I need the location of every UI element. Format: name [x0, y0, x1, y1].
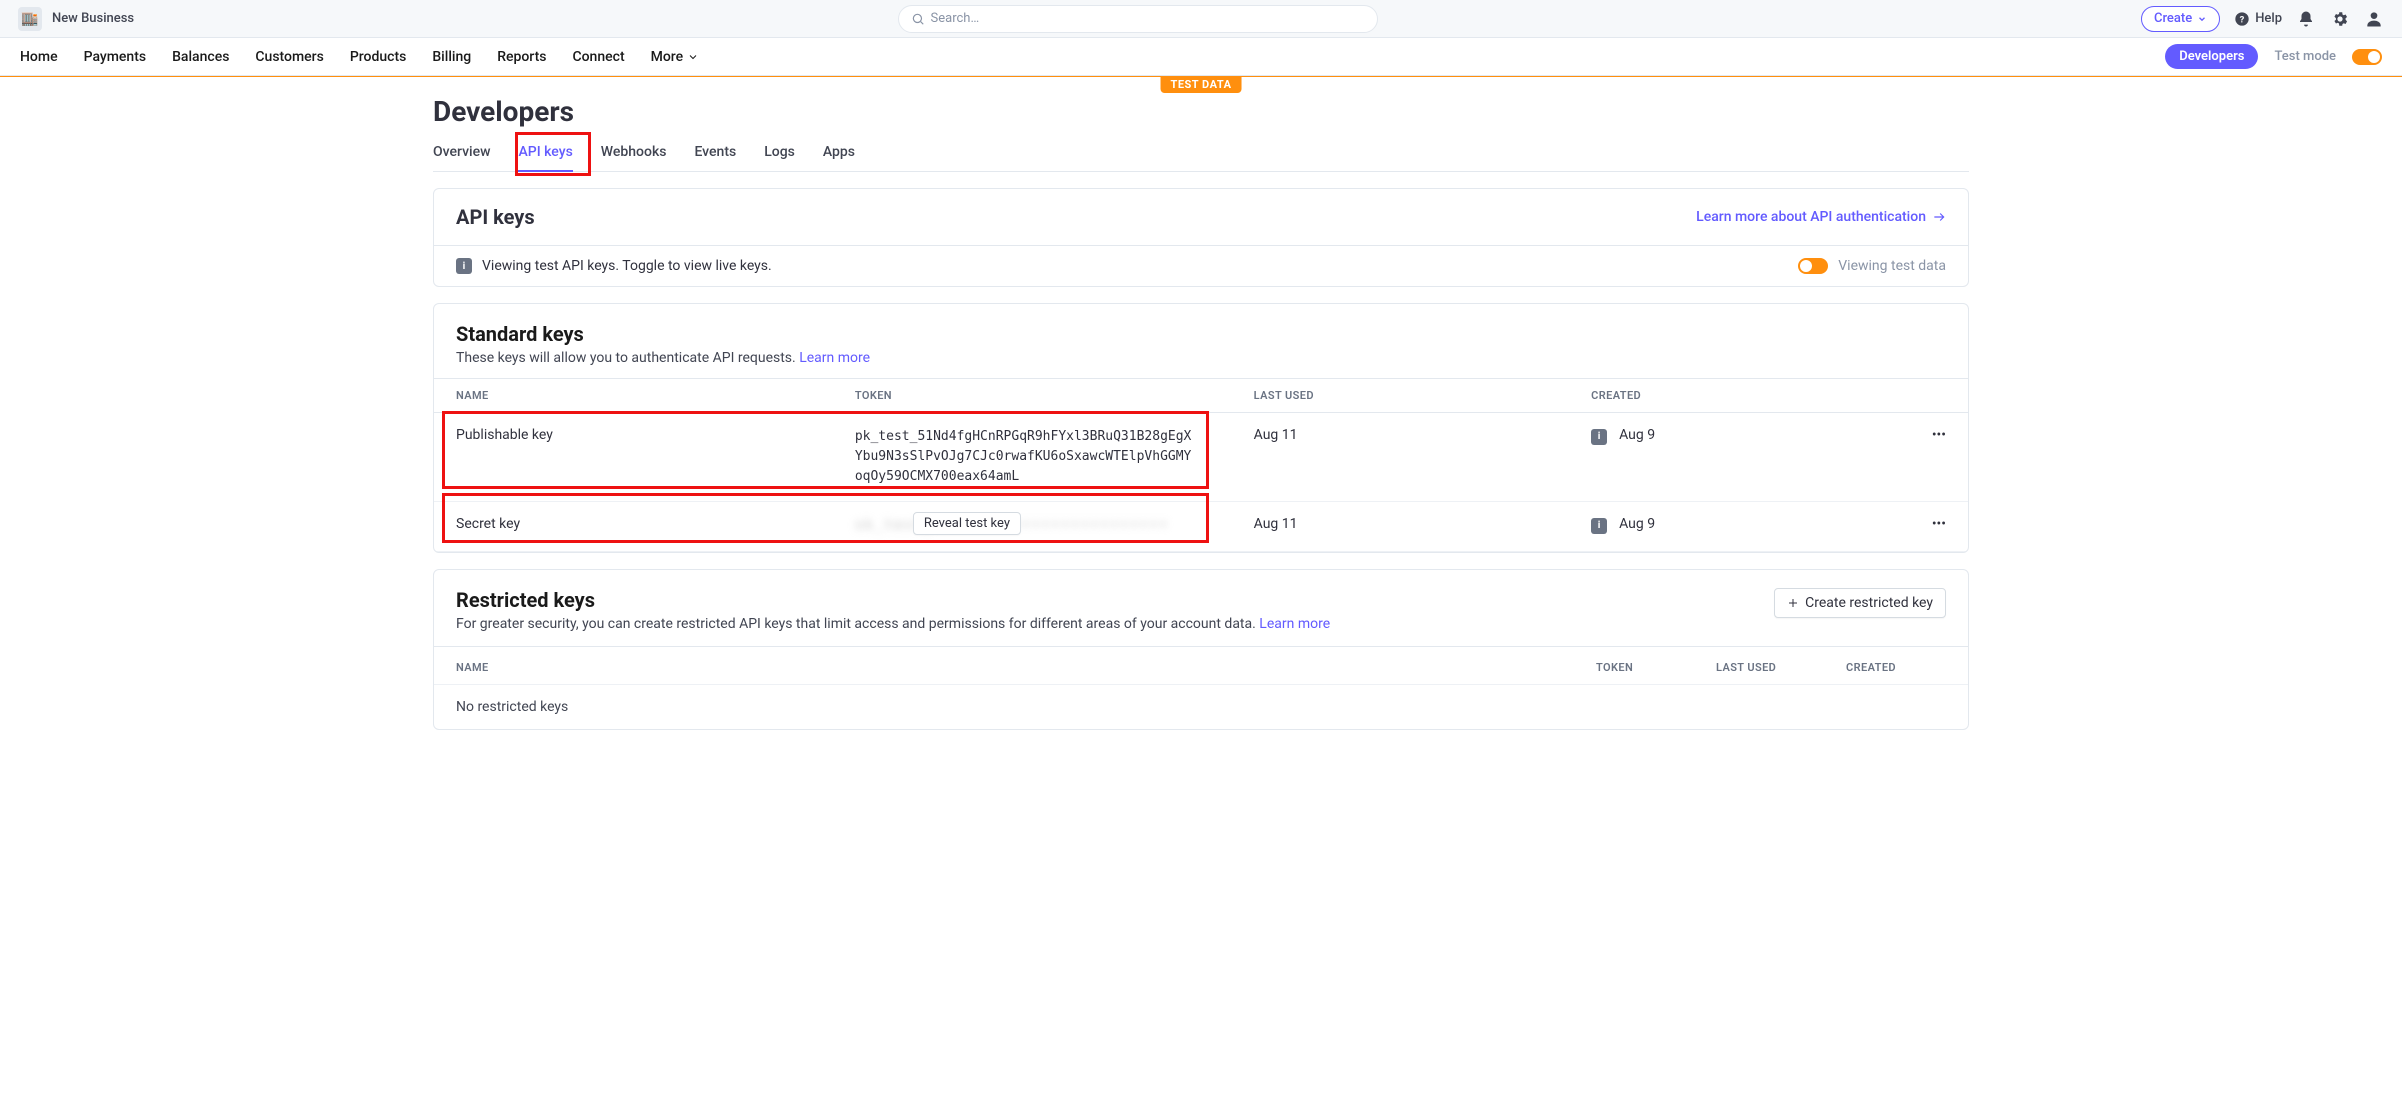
rcol-token: TOKEN	[1596, 661, 1716, 674]
row-actions[interactable]: •••	[1907, 502, 1968, 551]
nav-connect[interactable]: Connect	[572, 49, 624, 65]
info-icon: i	[1591, 518, 1607, 534]
notifications-icon[interactable]	[2296, 9, 2316, 29]
key-row-publishable: Publishable key pk_test_51Nd4fgHCnRPGqR9…	[434, 413, 1968, 502]
svg-text:?: ?	[2240, 14, 2245, 25]
standard-keys-table: NAME TOKEN LAST USED CREATED Publishable…	[434, 378, 1968, 552]
subtab-overview[interactable]: Overview	[433, 138, 490, 171]
page-title: Developers	[433, 95, 1969, 128]
subtab-webhooks[interactable]: Webhooks	[601, 138, 667, 171]
col-token: TOKEN	[833, 379, 1232, 413]
chevron-down-icon	[687, 51, 699, 63]
help-link[interactable]: ? Help	[2234, 11, 2282, 27]
info-icon: i	[456, 258, 472, 274]
col-name: NAME	[434, 379, 833, 413]
nav-products[interactable]: Products	[350, 49, 407, 65]
create-button[interactable]: Create	[2141, 6, 2220, 32]
rcol-created: CREATED	[1846, 661, 1946, 674]
restricted-columns: NAME TOKEN LAST USED CREATED	[434, 646, 1968, 685]
nav-reports[interactable]: Reports	[497, 49, 546, 65]
restricted-sub-text: For greater security, you can create res…	[456, 616, 1259, 632]
standard-keys-title: Standard keys	[434, 304, 1968, 348]
nav-customers[interactable]: Customers	[255, 49, 323, 65]
subtabs: Overview API keys Webhooks Events Logs A…	[433, 138, 1969, 172]
nav-items: Home Payments Balances Customers Product…	[20, 49, 699, 65]
account-icon[interactable]	[2364, 9, 2384, 29]
settings-icon[interactable]	[2330, 9, 2350, 29]
topbar: 🏬 New Business Search… Create ? Help	[0, 0, 2402, 38]
test-data-badge: TEST DATA	[1161, 76, 1242, 93]
developers-pill[interactable]: Developers	[2165, 44, 2258, 69]
subtab-apps[interactable]: Apps	[823, 138, 855, 171]
col-created: CREATED	[1569, 379, 1906, 413]
nav-payments[interactable]: Payments	[84, 49, 147, 65]
plus-icon	[1787, 597, 1799, 609]
standard-keys-sub: These keys will allow you to authenticat…	[434, 348, 1968, 378]
std-sub-text: These keys will allow you to authenticat…	[456, 350, 799, 366]
nav-balances[interactable]: Balances	[172, 49, 229, 65]
help-label: Help	[2255, 11, 2282, 26]
restricted-keys-card: Restricted keys For greater security, yo…	[433, 569, 1969, 730]
navbar: Home Payments Balances Customers Product…	[0, 38, 2402, 76]
search-placeholder: Search…	[931, 11, 980, 26]
key-name: Secret key	[434, 502, 833, 551]
test-mode-label: Test mode	[2274, 49, 2336, 64]
key-name: Publishable key	[434, 413, 833, 502]
search-input[interactable]: Search…	[898, 5, 1378, 33]
note-text: Viewing test API keys. Toggle to view li…	[482, 258, 772, 274]
create-restricted-button[interactable]: Create restricted key	[1774, 588, 1946, 618]
learn-auth-label: Learn more about API authentication	[1696, 209, 1926, 225]
col-last: LAST USED	[1232, 379, 1569, 413]
standard-keys-card: Standard keys These keys will allow you …	[433, 303, 1969, 553]
help-icon: ?	[2234, 11, 2250, 27]
nav-more[interactable]: More	[651, 49, 700, 65]
nav-home[interactable]: Home	[20, 49, 58, 65]
key-created: iAug 9	[1569, 413, 1906, 502]
key-created: iAug 9	[1569, 502, 1906, 551]
business-logo[interactable]: 🏬	[18, 7, 42, 31]
subtab-api-keys[interactable]: API keys	[518, 138, 572, 172]
test-mode-toggle[interactable]	[2352, 49, 2382, 65]
reveal-key-button[interactable]: Reveal test key	[913, 512, 1021, 535]
learn-auth-link[interactable]: Learn more about API authentication	[1696, 209, 1946, 225]
nav-more-label: More	[651, 49, 684, 65]
test-data-ribbon: TEST DATA	[0, 76, 2402, 77]
key-row-secret: Secret key sk_test_•••••••••••••••••••••…	[434, 502, 1968, 551]
subtab-events[interactable]: Events	[694, 138, 736, 171]
api-keys-card: API keys Learn more about API authentica…	[433, 188, 1969, 287]
rcol-last: LAST USED	[1716, 661, 1846, 674]
restricted-title: Restricted keys	[456, 588, 1330, 614]
search-icon	[911, 12, 925, 26]
create-restricted-label: Create restricted key	[1805, 595, 1933, 611]
arrow-right-icon	[1932, 210, 1946, 224]
chevron-down-icon	[2197, 14, 2207, 24]
key-last-used: Aug 11	[1232, 502, 1569, 551]
std-learn-link[interactable]: Learn more	[799, 350, 870, 366]
restricted-empty: No restricted keys	[434, 685, 1968, 729]
row-actions[interactable]: •••	[1907, 413, 1968, 502]
view-test-toggle[interactable]	[1798, 258, 1828, 274]
nav-billing[interactable]: Billing	[432, 49, 471, 65]
viewing-test-label: Viewing test data	[1838, 258, 1946, 274]
subtab-logs[interactable]: Logs	[764, 138, 795, 171]
key-token[interactable]: pk_test_51Nd4fgHCnRPGqR9hFYxl3BRuQ31B28g…	[855, 427, 1195, 487]
key-last-used: Aug 11	[1232, 413, 1569, 502]
api-keys-heading: API keys	[456, 205, 535, 229]
restricted-learn-link[interactable]: Learn more	[1259, 616, 1330, 632]
rcol-name: NAME	[456, 661, 1596, 674]
business-name[interactable]: New Business	[52, 11, 134, 26]
restricted-sub: For greater security, you can create res…	[456, 614, 1330, 646]
info-icon: i	[1591, 429, 1607, 445]
create-label: Create	[2154, 11, 2192, 26]
